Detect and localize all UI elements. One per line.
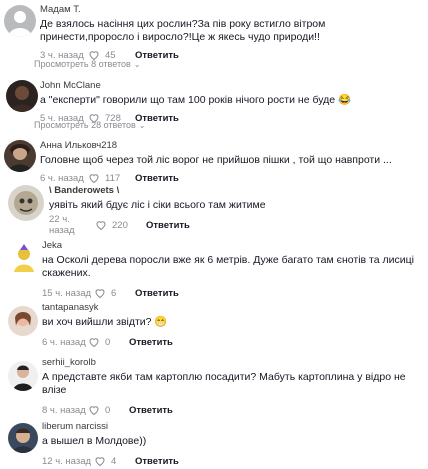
avatar[interactable] <box>4 140 36 172</box>
comment-username[interactable]: \ Banderowets \ <box>49 185 422 197</box>
heart-icon[interactable] <box>94 455 106 467</box>
avatar[interactable] <box>6 80 38 112</box>
comment-username[interactable]: Мадам Т. <box>40 4 422 16</box>
view-replies-label: Просмотреть 8 ответов <box>34 59 131 69</box>
comment-username[interactable]: liberum narcissi <box>42 421 422 433</box>
view-replies-button[interactable]: Просмотреть 28 ответов ⌄ <box>34 120 145 130</box>
avatar[interactable] <box>4 5 36 37</box>
comment-text: Головне щоб через той ліс ворог не прийш… <box>40 154 392 166</box>
like-count: 6 <box>111 287 117 299</box>
reply-button[interactable]: Ответить <box>146 220 190 231</box>
comment-text: А представте якби там картоплю посадити?… <box>42 371 406 396</box>
comment-time: 6 ч. назад <box>42 336 86 348</box>
comment-time: 8 ч. назад <box>42 404 86 416</box>
heart-icon[interactable] <box>94 287 106 299</box>
like-count: 0 <box>105 404 111 416</box>
comment-username[interactable]: Анна Ильковч218 <box>40 140 422 152</box>
chevron-down-icon: ⌄ <box>133 59 141 69</box>
heart-icon[interactable] <box>88 336 100 348</box>
like-count: 4 <box>111 455 117 467</box>
avatar[interactable] <box>6 242 42 278</box>
avatar[interactable] <box>8 306 38 336</box>
reply-button[interactable]: Ответить <box>135 173 179 184</box>
comment-text: уявіть який бдує ліс і сіки всього там ж… <box>49 199 266 211</box>
reply-button[interactable]: Ответить <box>129 405 173 416</box>
comment-text: на Осколі дерева поросли вже як 6 метрів… <box>42 254 414 279</box>
avatar[interactable] <box>8 423 38 453</box>
comment-username[interactable]: Jeka <box>42 240 422 252</box>
comment-time: 15 ч. назад <box>42 287 92 299</box>
comment-time: 22 ч. назад <box>49 214 75 236</box>
avatar[interactable] <box>8 361 38 391</box>
heart-icon[interactable] <box>88 404 100 416</box>
comment-text: а вышел в Молдове)) <box>42 435 147 447</box>
heart-icon[interactable] <box>95 219 107 231</box>
comment-username[interactable]: John McClane <box>40 80 422 92</box>
heart-icon[interactable] <box>88 172 100 184</box>
like-count: 220 <box>112 219 128 231</box>
comment-username[interactable]: serhii_korolb <box>42 357 422 369</box>
comment-text: Де взялось насіння цих рослин?За пів рок… <box>40 18 326 43</box>
view-replies-label: Просмотреть 28 ответов <box>34 120 136 130</box>
comment-text: ви хоч вийшли звідти? 😁 <box>42 316 168 328</box>
like-count: 0 <box>105 336 111 348</box>
comment-username[interactable]: tantapanasyk <box>42 302 422 314</box>
comment-time: 6 ч. назад <box>40 172 84 184</box>
reply-button[interactable]: Ответить <box>135 456 179 467</box>
reply-button[interactable]: Ответить <box>135 288 179 299</box>
avatar[interactable] <box>8 185 44 221</box>
like-count: 117 <box>105 172 121 184</box>
comment-time: 12 ч. назад <box>42 455 92 467</box>
chevron-down-icon: ⌄ <box>138 120 146 130</box>
reply-button[interactable]: Ответить <box>129 337 173 348</box>
reply-button[interactable]: Ответить <box>135 50 179 61</box>
view-replies-button[interactable]: Просмотреть 8 ответов ⌄ <box>34 59 140 69</box>
comment-text: а "експерти" говорили що там 100 років н… <box>40 94 352 106</box>
